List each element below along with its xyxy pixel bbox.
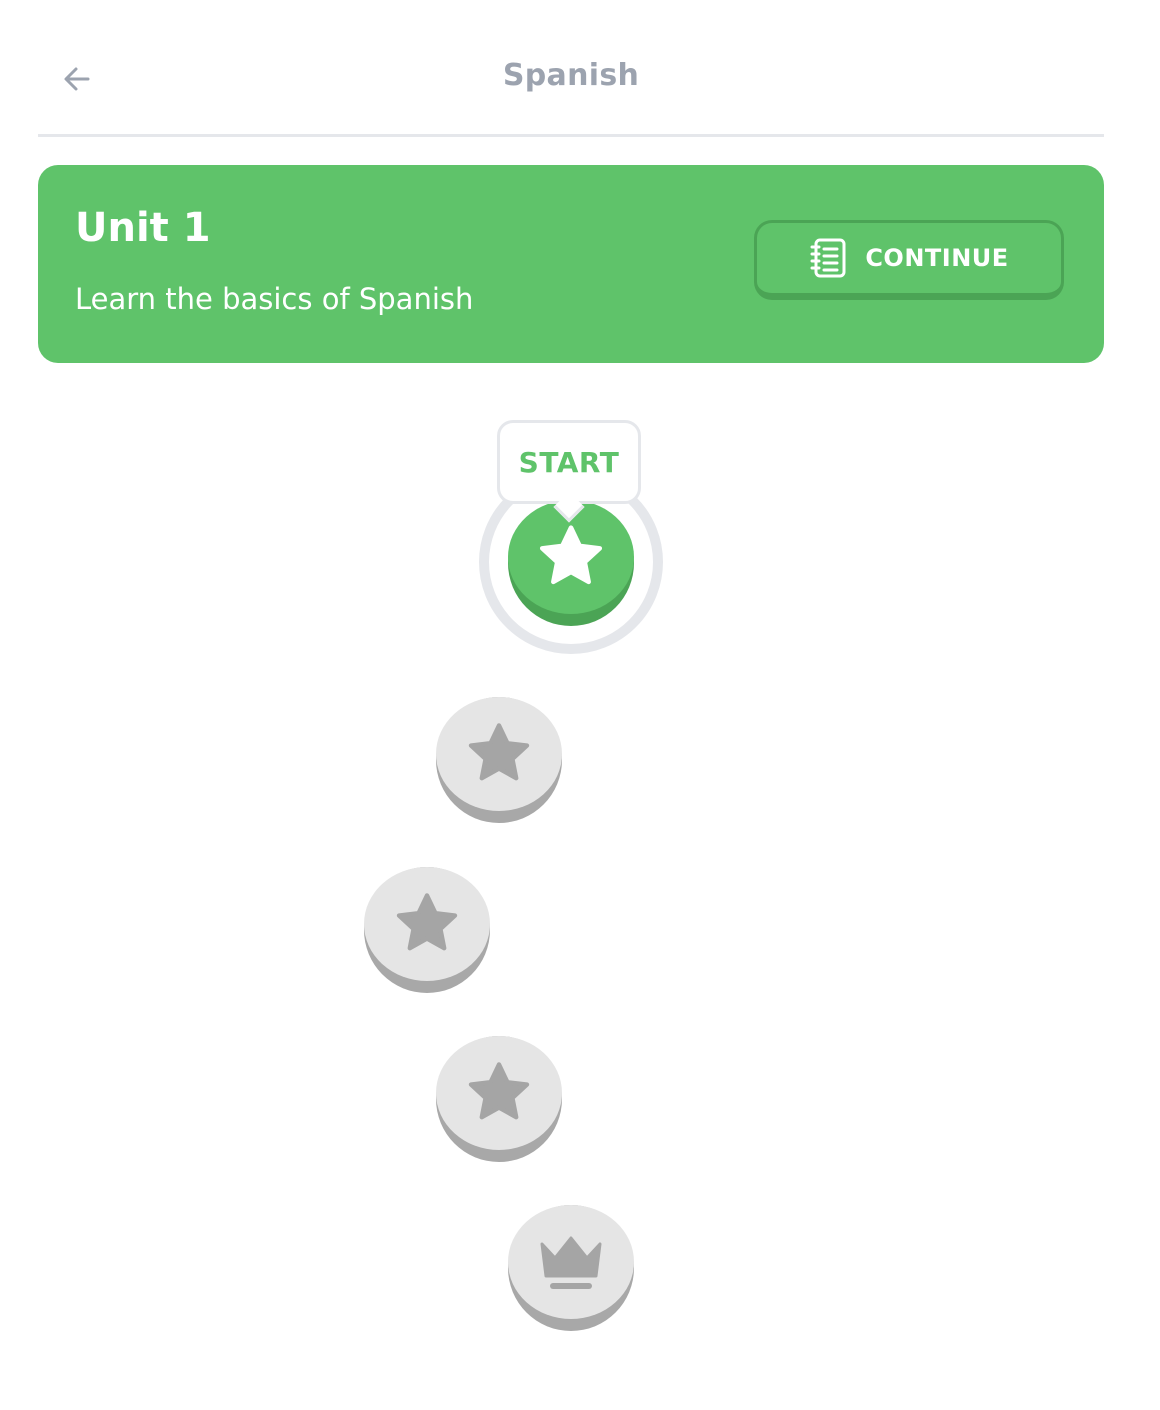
- unit-subtitle: Learn the basics of Spanish: [75, 282, 474, 316]
- top-bar: Spanish: [38, 0, 1104, 137]
- page-title: Spanish: [502, 58, 640, 93]
- unit-title: Unit 1: [75, 205, 211, 251]
- crown-icon: [540, 1236, 602, 1289]
- lesson-node-3[interactable]: [364, 867, 490, 993]
- star-icon: [396, 893, 458, 951]
- lesson-node-4[interactable]: [436, 1036, 562, 1162]
- lesson-node-face: [436, 697, 562, 811]
- continue-button[interactable]: CONTINUE: [754, 220, 1064, 300]
- lesson-node-face: [508, 1205, 634, 1319]
- continue-label: CONTINUE: [865, 244, 1009, 272]
- lesson-node-5[interactable]: [508, 1205, 634, 1331]
- star-icon: [468, 1062, 530, 1120]
- lesson-node-face: [436, 1036, 562, 1150]
- lesson-node-2[interactable]: [436, 697, 562, 823]
- lesson-node-face: [364, 867, 490, 981]
- star-icon: [468, 723, 530, 781]
- notebook-icon: [810, 238, 846, 278]
- star-icon: [539, 525, 603, 585]
- unit-banner: Unit 1 Learn the basics of Spanish CONTI…: [38, 165, 1104, 363]
- start-label: START: [518, 445, 620, 479]
